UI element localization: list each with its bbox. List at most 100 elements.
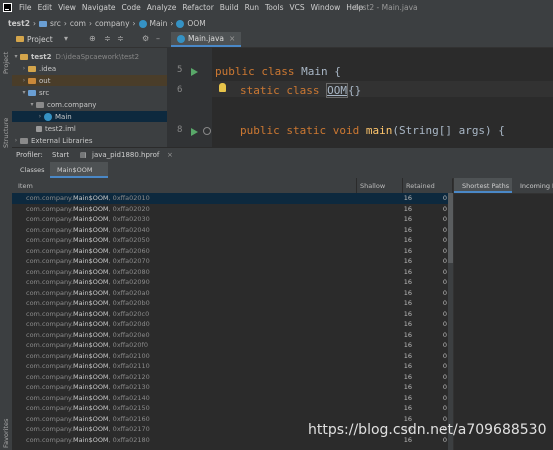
instance-class: Main$OOM: [73, 299, 109, 307]
project-panel-header: Project ▾ ⊕ ≑ ≑ ⚙ –: [12, 32, 167, 48]
bulb-icon[interactable]: [219, 83, 226, 92]
column-item[interactable]: Item: [18, 182, 33, 190]
column-divider: [402, 178, 403, 193]
table-row[interactable]: com.company.Main$OOM, 0xffa02080 16 0: [12, 267, 452, 278]
chevron-down-icon[interactable]: ▾: [64, 35, 72, 43]
minimize-icon[interactable]: –: [156, 35, 164, 43]
table-row[interactable]: com.company.Main$OOM, 0xffa02010 16 0: [12, 193, 452, 204]
breadcrumb-company[interactable]: company: [95, 19, 130, 28]
close-icon[interactable]: ×: [167, 151, 173, 159]
tab-main-java[interactable]: Main.java ×: [171, 32, 242, 47]
close-icon[interactable]: ×: [229, 34, 235, 43]
tree-item-root[interactable]: ▾ test2 D:\ideaSpcaework\test2: [12, 51, 167, 62]
breadcrumb-project[interactable]: test2: [8, 19, 30, 28]
table-row[interactable]: com.company.Main$OOM, 0xffa02050 16 0: [12, 235, 452, 246]
gear-icon[interactable]: ⚙: [142, 35, 150, 43]
menu-vcs[interactable]: VCS: [289, 3, 304, 12]
class-icon: [176, 19, 185, 28]
table-row[interactable]: com.company.Main$OOM, 0xffa02110 16 0: [12, 361, 452, 372]
menu-build[interactable]: Build: [220, 3, 239, 12]
instance-item: com.company.Main$OOM, 0xffa02170: [26, 425, 150, 433]
run-icon[interactable]: [191, 68, 198, 76]
retained-size: 0: [442, 225, 447, 234]
table-row[interactable]: com.company.Main$OOM, 0xffa02040 16 0: [12, 225, 452, 236]
instance-package: com.company.: [26, 425, 74, 433]
instance-package: com.company.: [26, 236, 74, 244]
instance-address: , 0xffa02060: [108, 246, 150, 255]
instance-item: com.company.Main$OOM, 0xffa020a0: [26, 289, 150, 297]
instance-class: Main$OOM: [73, 383, 109, 391]
instance-address: , 0xffa02070: [108, 257, 150, 265]
locate-icon[interactable]: ⊕: [89, 35, 97, 43]
column-retained[interactable]: Retained: [406, 182, 435, 190]
menu-analyze[interactable]: Analyze: [147, 3, 177, 12]
tree-item-out[interactable]: › out: [12, 75, 175, 86]
menu-code[interactable]: Code: [122, 3, 141, 12]
menu-run[interactable]: Run: [245, 3, 259, 12]
table-row[interactable]: com.company.Main$OOM, 0xffa020d0 16 0: [12, 319, 452, 330]
stripe-project-tab[interactable]: Project: [2, 52, 10, 74]
project-panel-title[interactable]: Project: [27, 35, 53, 44]
menu-refactor[interactable]: Refactor: [182, 3, 213, 12]
stripe-structure-tab[interactable]: Structure: [2, 118, 10, 148]
tab-classes[interactable]: Classes: [20, 166, 45, 174]
breadcrumb-main[interactable]: Main: [150, 19, 168, 28]
tree-item-src[interactable]: ▾ src: [12, 87, 175, 98]
instances-table: Item Shallow Retained com.company.Main$O…: [12, 178, 452, 450]
stripe-favorites-tab[interactable]: Favorites: [2, 419, 10, 448]
tree-item-idea[interactable]: › .idea: [12, 63, 175, 74]
table-row[interactable]: com.company.Main$OOM, 0xffa02140 16 0: [12, 393, 452, 404]
profiler-file-tab[interactable]: java_pid1880.hprof: [92, 151, 159, 159]
menu-window[interactable]: Window: [311, 3, 341, 12]
shallow-size: 16: [403, 404, 412, 412]
instance-address: , 0xffa020e0: [108, 330, 150, 339]
table-row[interactable]: com.company.Main$OOM, 0xffa020a0 16 0: [12, 288, 452, 299]
menu-navigate[interactable]: Navigate: [82, 3, 116, 12]
table-row[interactable]: com.company.Main$OOM, 0xffa020c0 16 0: [12, 309, 452, 320]
retained-size: 0: [442, 267, 447, 276]
tree-item-iml[interactable]: test2.iml: [12, 123, 183, 134]
table-row[interactable]: com.company.Main$OOM, 0xffa020e0 16 0: [12, 330, 452, 341]
table-row[interactable]: com.company.Main$OOM, 0xffa02070 16 0: [12, 256, 452, 267]
fold-icon[interactable]: [203, 127, 211, 135]
table-row[interactable]: com.company.Main$OOM, 0xffa02130 16 0: [12, 382, 452, 393]
tree-item-main[interactable]: › Main: [12, 111, 191, 122]
breadcrumb-com[interactable]: com: [70, 19, 86, 28]
code-editor[interactable]: Main.java × 5 6 8 public class Main { st…: [167, 32, 553, 147]
table-row[interactable]: com.company.Main$OOM, 0xffa02090 16 0: [12, 277, 452, 288]
table-row[interactable]: com.company.Main$OOM, 0xffa02150 16 0: [12, 403, 452, 414]
instance-item: com.company.Main$OOM, 0xffa02160: [26, 415, 150, 423]
table-row[interactable]: com.company.Main$OOM, 0xffa02030 16 0: [12, 214, 452, 225]
tree-item-external[interactable]: › External Libraries: [12, 135, 167, 146]
chevron-down-icon: ▾: [30, 101, 34, 108]
instance-package: com.company.: [26, 320, 74, 328]
tab-incoming-references[interactable]: Incoming R: [520, 182, 553, 190]
expand-icon[interactable]: ≑: [104, 35, 112, 43]
column-shallow[interactable]: Shallow: [360, 182, 385, 190]
table-row[interactable]: com.company.Main$OOM, 0xffa02100 16 0: [12, 351, 452, 362]
retained-size: 0: [442, 246, 447, 255]
menu-edit[interactable]: Edit: [38, 3, 53, 12]
shallow-size: 16: [403, 393, 412, 402]
collapse-icon[interactable]: ≑: [117, 35, 125, 43]
instance-class: Main$OOM: [73, 320, 109, 328]
breadcrumb-oom[interactable]: OOM: [187, 19, 205, 28]
instance-package: com.company.: [26, 194, 74, 202]
breadcrumb-src[interactable]: src: [50, 19, 61, 28]
run-icon[interactable]: [191, 128, 198, 136]
menu-file[interactable]: File: [19, 3, 32, 12]
tab-main-oom[interactable]: Main$OOM: [57, 166, 93, 174]
tab-shortest-paths[interactable]: Shortest Paths: [462, 182, 509, 190]
table-row[interactable]: com.company.Main$OOM, 0xffa020f0 16 0: [12, 340, 452, 351]
table-row[interactable]: com.company.Main$OOM, 0xffa02020 16 0: [12, 204, 452, 215]
table-row[interactable]: com.company.Main$OOM, 0xffa02060 16 0: [12, 246, 452, 257]
menu-tools[interactable]: Tools: [265, 3, 283, 12]
retained-size: 0: [442, 330, 447, 339]
table-row[interactable]: com.company.Main$OOM, 0xffa02120 16 0: [12, 372, 452, 383]
menu-view[interactable]: View: [58, 3, 76, 12]
tree-item-package[interactable]: ▾ com.company: [12, 99, 183, 110]
tree-label-external: External Libraries: [31, 136, 93, 145]
profiler-start-tab[interactable]: Start: [52, 151, 69, 159]
retained-size: 0: [442, 404, 447, 412]
table-row[interactable]: com.company.Main$OOM, 0xffa020b0 16 0: [12, 298, 452, 309]
